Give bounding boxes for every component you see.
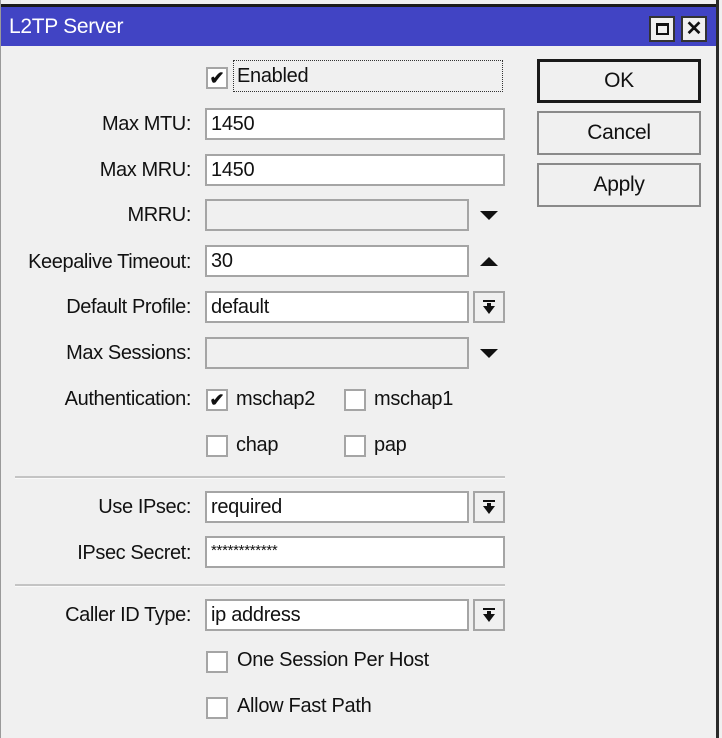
section-divider [15,584,505,587]
max-mru-label: Max MRU: [99,159,192,181]
use-ipsec-label: Use IPsec: [98,496,191,518]
default-profile-dropdown-button[interactable] [473,291,505,323]
auth-pap-checkbox[interactable] [344,435,366,457]
allow-fast-path-checkbox[interactable] [206,697,228,719]
l2tp-server-dialog: L2TP Server ✕ ✔ Enabled Max MTU: 1450 Ma… [0,0,717,738]
caller-id-type-select[interactable]: ip address [205,599,469,631]
default-profile-label: Default Profile: [66,296,191,318]
max-sessions-expand-button[interactable] [473,337,505,369]
collapse-up-icon [480,256,498,266]
maximize-button[interactable] [649,16,675,42]
maximize-icon [655,23,669,35]
dropdown-icon [483,500,495,514]
close-icon: ✕ [685,18,703,40]
authentication-label: Authentication: [64,388,192,410]
mrru-expand-button[interactable] [473,199,505,231]
caller-id-type-dropdown-button[interactable] [473,599,505,631]
expand-down-icon [480,210,498,220]
expand-down-icon [480,348,498,358]
default-profile-select[interactable]: default [205,291,469,323]
window-title: L2TP Server [9,15,124,38]
dropdown-icon [483,608,495,622]
ipsec-secret-label: IPsec Secret: [77,542,191,564]
allow-fast-path-label[interactable]: Allow Fast Path [237,695,372,718]
auth-mschap2-label[interactable]: mschap2 [236,388,315,411]
max-sessions-input[interactable] [205,337,469,369]
caller-id-type-label: Caller ID Type: [65,604,191,626]
max-mtu-input[interactable]: 1450 [205,108,505,140]
max-mru-input[interactable]: 1450 [205,154,505,186]
keepalive-collapse-button[interactable] [473,245,505,277]
dropdown-icon [483,300,495,314]
auth-chap-label[interactable]: chap [236,434,278,457]
ipsec-secret-input[interactable]: ************ [205,536,505,568]
close-button[interactable]: ✕ [681,16,707,42]
use-ipsec-select[interactable]: required [205,491,469,523]
max-mtu-label: Max MTU: [101,113,191,135]
use-ipsec-dropdown-button[interactable] [473,491,505,523]
enabled-label[interactable]: Enabled [237,65,309,88]
cancel-button[interactable]: Cancel [537,111,701,155]
auth-mschap2-checkbox[interactable]: ✔ [206,389,228,411]
one-session-per-host-label[interactable]: One Session Per Host [237,649,429,672]
mrru-input[interactable] [205,199,469,231]
max-sessions-label: Max Sessions: [66,342,191,364]
enabled-checkbox[interactable]: ✔ [206,67,228,89]
one-session-per-host-checkbox[interactable] [206,651,228,673]
checkmark-icon: ✔ [209,390,225,410]
ok-button[interactable]: OK [537,59,701,103]
auth-chap-checkbox[interactable] [206,435,228,457]
keepalive-timeout-input[interactable]: 30 [205,245,469,277]
checkmark-icon: ✔ [209,68,225,88]
auth-mschap1-label[interactable]: mschap1 [374,388,453,411]
mrru-label: MRRU: [127,204,191,226]
apply-button[interactable]: Apply [537,163,701,207]
auth-mschap1-checkbox[interactable] [344,389,366,411]
auth-pap-label[interactable]: pap [374,434,407,457]
title-bar[interactable]: L2TP Server ✕ [1,4,717,46]
section-divider [15,476,505,479]
keepalive-timeout-label: Keepalive Timeout: [28,251,191,273]
